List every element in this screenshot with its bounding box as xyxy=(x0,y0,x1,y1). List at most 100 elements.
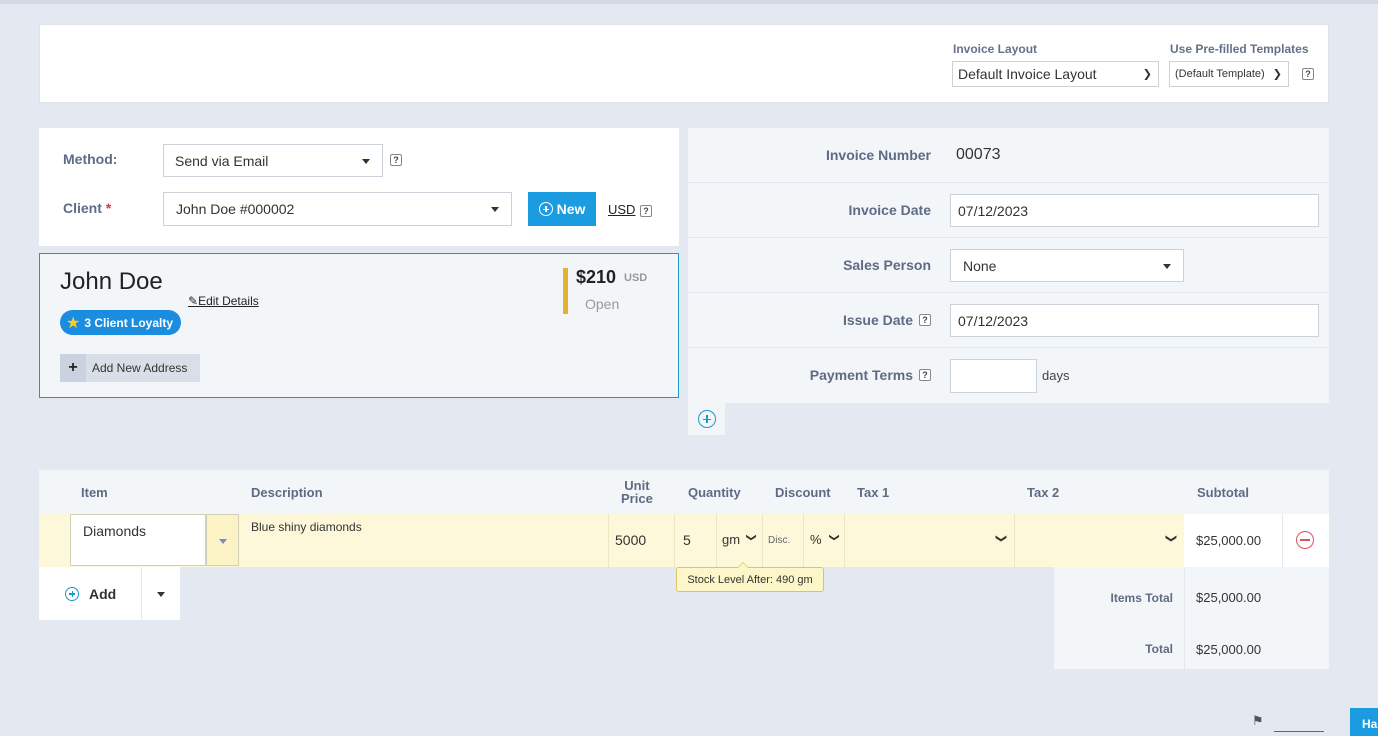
currency-link[interactable]: USD xyxy=(608,202,635,217)
item-value: Diamonds xyxy=(83,523,147,539)
sales-person-select[interactable]: None xyxy=(950,249,1184,282)
invoice-layout-bar: Invoice Layout Default Invoice Layout ❯ … xyxy=(39,24,1329,103)
remove-row-icon[interactable] xyxy=(1296,531,1314,549)
total-value: $25,000.00 xyxy=(1196,642,1262,657)
unit-value: gm xyxy=(722,532,741,547)
header-discount: Discount xyxy=(775,485,831,500)
item-dropdown-toggle[interactable] xyxy=(206,514,239,566)
templates-label: Use Pre-filled Templates xyxy=(1170,42,1309,56)
header-tax1: Tax 1 xyxy=(857,485,890,500)
top-divider xyxy=(0,0,1378,4)
payment-terms-unit: days xyxy=(1042,368,1070,383)
help-icon[interactable]: ? xyxy=(1302,68,1314,80)
tax1-select[interactable]: ❯ xyxy=(845,514,1014,567)
unit-select[interactable]: gm ❯ xyxy=(717,514,761,567)
invoice-number-label: Invoice Number xyxy=(826,147,931,163)
issue-date-input[interactable]: 07/12/2023 xyxy=(950,304,1319,337)
invoice-layout-select[interactable]: Default Invoice Layout ❯ xyxy=(952,61,1159,87)
invoice-date-value: 07/12/2023 xyxy=(958,202,1029,219)
items-total-label: Items Total xyxy=(1110,591,1173,605)
header-description: Description xyxy=(251,485,323,500)
cell-divider xyxy=(674,514,675,567)
invoice-layout-label: Invoice Layout xyxy=(953,42,1038,56)
templates-select[interactable]: (Default Template) ❯ xyxy=(1169,61,1289,87)
client-label: Client * xyxy=(63,200,111,216)
item-input[interactable]: Diamonds xyxy=(70,514,206,566)
invoice-date-input[interactable]: 07/12/2023 xyxy=(950,194,1319,227)
description-input[interactable]: Blue shiny diamonds xyxy=(243,520,603,534)
chevron-down-icon: ❯ xyxy=(994,533,1007,544)
help-chat-button[interactable]: Ha xyxy=(1350,708,1378,736)
method-value: Send via Email xyxy=(175,152,269,169)
description-value: Blue shiny diamonds xyxy=(251,520,362,534)
edit-details-link[interactable]: ✎Edit Details xyxy=(188,294,259,308)
plus-icon: + xyxy=(60,354,86,382)
client-name: John Doe xyxy=(60,268,163,295)
templates-value: (Default Template) xyxy=(1175,68,1265,80)
discount-type-select[interactable]: % ❯ xyxy=(804,514,844,567)
issue-date-label-text: Issue Date xyxy=(842,312,913,328)
payment-terms-label-text: Payment Terms xyxy=(809,367,913,383)
subtotal-value: $25,000.00 xyxy=(1196,533,1262,548)
payment-terms-label: Payment Terms ? xyxy=(810,367,931,383)
add-item-dropdown[interactable] xyxy=(142,567,180,620)
method-select[interactable]: Send via Email xyxy=(163,144,383,177)
help-icon[interactable]: ? xyxy=(640,205,652,217)
sales-person-row: Sales Person None xyxy=(688,238,1329,293)
add-item-label: Add xyxy=(89,585,117,602)
invoice-layout-value: Default Invoice Layout xyxy=(958,66,1097,82)
tag-icon[interactable]: ⚑ xyxy=(1252,713,1264,729)
tax2-select[interactable]: ❯ xyxy=(1015,514,1184,567)
client-value: John Doe #000002 xyxy=(176,201,295,217)
chevron-down-icon: ❯ xyxy=(1142,68,1152,81)
issue-date-label: Issue Date ? xyxy=(843,312,931,328)
caret-down-icon xyxy=(491,207,499,212)
client-select[interactable]: John Doe #000002 xyxy=(163,192,512,226)
add-address-button[interactable]: + Add New Address xyxy=(60,354,200,382)
items-table-header: Item Description Unit Price Quantity Dis… xyxy=(39,470,1329,514)
discount-input[interactable]: Disc. xyxy=(768,535,790,546)
cell-divider xyxy=(608,514,609,567)
plus-circle-icon xyxy=(697,410,716,428)
new-client-button[interactable]: New xyxy=(528,192,596,226)
invoice-number-row: Invoice Number 00073 xyxy=(688,128,1329,183)
add-item-button[interactable]: Add xyxy=(39,567,141,620)
invoice-number-label-text: Invoice Number xyxy=(825,147,931,163)
totals-panel: Items Total $25,000.00 Total $25,000.00 xyxy=(1054,567,1329,669)
cell-divider xyxy=(1282,514,1283,567)
payment-terms-input[interactable] xyxy=(950,359,1037,393)
loyalty-badge[interactable]: ★ 3 Client Loyalty xyxy=(60,310,182,335)
header-item: Item xyxy=(81,485,108,500)
invoice-date-label: Invoice Date xyxy=(849,202,931,218)
help-icon[interactable]: ? xyxy=(919,314,931,326)
loyalty-label: 3 Client Loyalty xyxy=(84,315,174,330)
add-field-button[interactable] xyxy=(688,403,725,435)
total-label: Total xyxy=(1145,642,1173,656)
payment-terms-row: Payment Terms ? days xyxy=(688,348,1329,403)
sales-person-label-text: Sales Person xyxy=(843,257,931,273)
issue-date-row: Issue Date ? 07/12/2023 xyxy=(688,293,1329,348)
help-icon[interactable]: ? xyxy=(919,369,931,381)
add-address-label: Add New Address xyxy=(92,361,188,375)
invoice-number-value: 00073 xyxy=(956,146,1001,163)
help-icon[interactable]: ? xyxy=(390,154,402,166)
invoice-info-panel: Invoice Number 00073 Invoice Date 07/12/… xyxy=(688,128,1329,403)
tag-input[interactable] xyxy=(1274,731,1324,732)
chevron-down-icon: ❯ xyxy=(1164,533,1177,544)
plus-circle-icon xyxy=(65,586,79,601)
balance-indicator xyxy=(563,268,568,314)
header-tax2: Tax 2 xyxy=(1027,485,1060,500)
balance-status: Open xyxy=(585,296,620,312)
quantity-input[interactable]: 5 xyxy=(683,532,691,548)
header-unit-price-line2: Price xyxy=(621,491,653,506)
caret-down-icon xyxy=(219,539,227,544)
invoice-date-row: Invoice Date 07/12/2023 xyxy=(688,183,1329,238)
cell-divider xyxy=(762,514,763,567)
unit-price-input[interactable]: 5000 xyxy=(615,532,646,548)
chevron-down-icon: ❯ xyxy=(745,533,757,542)
table-row: Diamonds Blue shiny diamonds 5000 5 gm ❯… xyxy=(39,514,1329,567)
balance-currency: USD xyxy=(624,272,648,284)
method-label: Method: xyxy=(63,151,118,167)
chevron-down-icon: ❯ xyxy=(1272,68,1282,81)
edit-details-label: Edit Details xyxy=(198,294,259,308)
